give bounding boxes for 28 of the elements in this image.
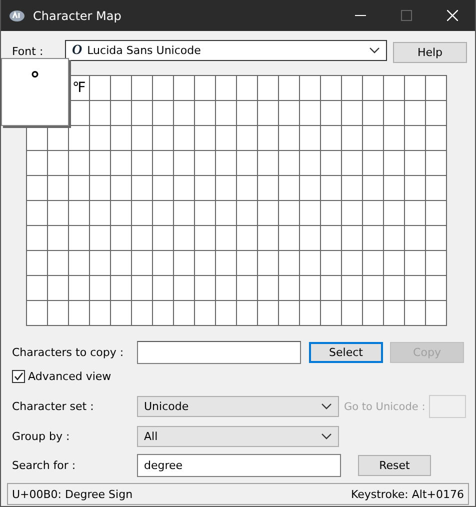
font-label: Font : (12, 45, 44, 58)
search-label: Search for : (12, 459, 77, 472)
characters-to-copy-label: Characters to copy : (12, 346, 125, 359)
select-button[interactable]: Select (309, 342, 383, 363)
app-icon (9, 10, 25, 22)
advanced-view-label: Advanced view (28, 370, 112, 383)
magnified-character: ° (1, 58, 69, 126)
chevron-down-icon (369, 47, 380, 54)
character-cell[interactable]: ℉ (68, 75, 89, 100)
chevron-down-icon (321, 433, 332, 440)
maximize-icon (400, 10, 412, 21)
close-icon (446, 10, 458, 21)
reset-button[interactable]: Reset (358, 455, 431, 476)
font-dropdown[interactable]: O Lucida Sans Unicode (65, 40, 387, 61)
chevron-down-icon (321, 403, 332, 410)
keystroke-info: Keystroke: Alt+0176 (350, 488, 464, 500)
group-by-dropdown[interactable]: All (137, 426, 339, 447)
search-field[interactable]: degree (137, 454, 341, 477)
group-by-label: Group by : (12, 430, 71, 443)
help-button[interactable]: Help (393, 42, 467, 63)
minimize-icon (354, 14, 366, 16)
character-set-label: Character set : (12, 400, 95, 413)
character-info: U+00B0: Degree Sign (12, 488, 133, 500)
go-to-unicode-label: Go to Unicode : (344, 400, 426, 412)
character-set-dropdown[interactable]: Unicode (137, 396, 339, 417)
window-title: Character Map (33, 8, 122, 22)
characters-to-copy-field[interactable] (137, 341, 301, 364)
advanced-view-checkbox[interactable] (12, 370, 25, 383)
